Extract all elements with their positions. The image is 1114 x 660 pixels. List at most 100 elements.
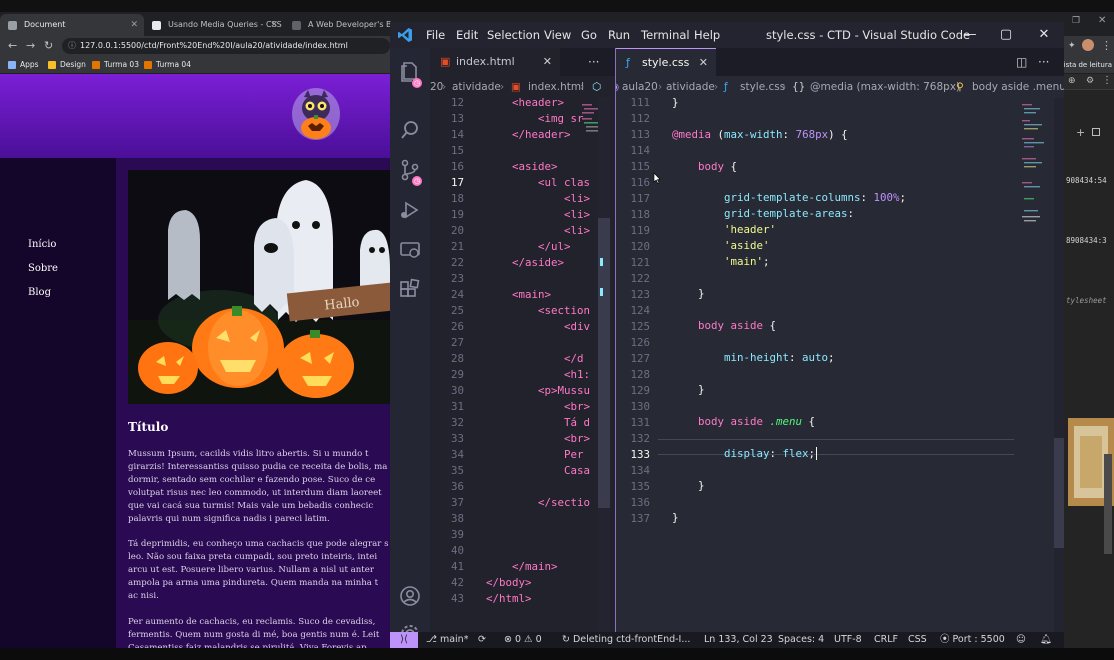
code-line[interactable]: } — [698, 383, 705, 396]
code-line[interactable]: </main> — [486, 560, 558, 573]
indentation[interactable]: Spaces: 4 — [778, 632, 824, 648]
live-server-port[interactable]: ⦿ Port : 5500 — [940, 632, 1005, 648]
minimize-icon[interactable]: — — [950, 24, 990, 46]
code-line[interactable]: <div — [486, 320, 590, 333]
extensions-icon[interactable] — [398, 278, 422, 302]
nav-link-sobre[interactable]: Sobre — [28, 263, 58, 274]
close-icon[interactable]: ✕ — [1098, 15, 1106, 26]
code-line[interactable]: <br> — [486, 432, 590, 445]
code-line[interactable]: display: flex; — [724, 447, 818, 460]
more-icon[interactable]: ⋮ — [1101, 38, 1112, 54]
code-line[interactable]: <aside> — [486, 160, 558, 173]
code-line[interactable]: </header> — [486, 128, 571, 141]
code-line[interactable]: Tá d — [486, 416, 590, 429]
code-line[interactable]: } — [698, 287, 705, 300]
code-line[interactable]: <li> — [486, 208, 590, 221]
cursor-position[interactable]: Ln 133, Col 23 — [704, 632, 773, 648]
extensions-icon[interactable]: ✦ — [1068, 38, 1076, 54]
toggle-icon[interactable] — [1092, 128, 1100, 136]
source-link[interactable]: 908434:54 — [1066, 176, 1107, 185]
code-line[interactable]: <li> — [486, 224, 590, 237]
breadcrumb-item[interactable]: index.html — [528, 76, 584, 98]
split-editor-icon[interactable]: ◫ — [1016, 48, 1027, 76]
browser-tab-mdn[interactable]: Usando Media Queries - CSS | M ✕ — [144, 14, 284, 36]
scroll-thumb[interactable] — [1054, 438, 1064, 548]
code-line[interactable]: } — [672, 511, 679, 524]
code-line[interactable]: <header> — [486, 96, 564, 109]
task-status[interactable]: ↻ Deleting ctd-frontEnd-I... — [562, 632, 690, 648]
close-icon[interactable]: ✕ — [130, 14, 138, 36]
reading-list[interactable]: Lista de leitura — [1060, 58, 1112, 72]
language-mode[interactable]: CSS — [908, 632, 927, 648]
code-line[interactable]: grid-template-columns: 100%; — [724, 191, 906, 204]
more-actions-icon[interactable]: ··· — [1038, 48, 1049, 76]
forward-icon[interactable]: → — [26, 38, 35, 54]
problems-indicator[interactable]: ⊗ 0 ⚠ 0 — [504, 632, 542, 648]
feedback-icon[interactable]: ☺ — [1016, 632, 1026, 648]
menu-file[interactable]: File — [426, 28, 445, 42]
editor-right[interactable]: 111 112 113 114 115 116 117 118 119 120 121 122 123 1… — [616, 96, 1064, 632]
more-actions-icon[interactable]: ··· — [588, 48, 599, 76]
breadcrumb-item[interactable]: @media (max-width: 768px) — [810, 76, 960, 98]
menu-help[interactable]: Help — [694, 28, 720, 42]
code-line[interactable]: body aside { — [698, 319, 776, 332]
menu-go[interactable]: Go — [581, 28, 597, 42]
code-line[interactable]: <main> — [486, 288, 551, 301]
close-icon[interactable]: ✕ — [543, 48, 552, 76]
code-line[interactable]: <p>Mussu — [486, 384, 590, 397]
code-line[interactable]: 'aside' — [724, 239, 770, 252]
code-line[interactable]: </d — [486, 352, 584, 365]
code-line[interactable]: body { — [698, 160, 737, 173]
breadcrumb-item[interactable]: aula20 — [622, 76, 658, 98]
avatar[interactable] — [1082, 39, 1094, 51]
browser-tab-devbrowser[interactable]: A Web Developer's Browser — [284, 14, 394, 36]
code-line[interactable]: <li> — [486, 192, 590, 205]
scrollbar-right[interactable] — [1054, 98, 1064, 632]
menu-terminal[interactable]: Terminal — [641, 28, 690, 42]
menu-run[interactable]: Run — [608, 28, 630, 42]
code-line[interactable]: </body> — [486, 576, 532, 589]
devtools-scrollbar[interactable] — [1104, 454, 1112, 554]
more-icon[interactable]: ⋮ — [1102, 75, 1112, 86]
code-line[interactable]: Casa — [486, 464, 590, 477]
code-line[interactable]: <ul clas — [486, 176, 590, 189]
code-line[interactable]: <section — [486, 304, 590, 317]
minimap-right[interactable] — [1020, 98, 1054, 258]
code-line[interactable]: Per — [486, 448, 584, 461]
bookmark-turma04[interactable]: Turma 04 — [144, 58, 191, 72]
account-icon[interactable] — [398, 584, 422, 608]
menu-edit[interactable]: Edit — [456, 28, 478, 42]
code-line[interactable]: <img sr — [486, 112, 584, 125]
code-line[interactable]: 'header' — [724, 223, 776, 236]
code-line[interactable]: grid-template-areas: — [724, 207, 854, 220]
maximize-icon[interactable]: ▢ — [986, 24, 1026, 46]
code-line[interactable]: <h1: — [486, 368, 590, 381]
code-line[interactable]: min-height: auto; — [724, 351, 835, 364]
notifications-icon[interactable]: 🔔︎ — [1040, 632, 1052, 648]
code-line[interactable]: body aside .menu { — [698, 415, 815, 428]
add-rule-icon[interactable]: + — [1076, 126, 1085, 139]
search-icon[interactable] — [398, 118, 422, 142]
code-line[interactable]: </sectio — [486, 496, 590, 509]
run-debug-icon[interactable] — [398, 198, 422, 222]
close-icon[interactable]: ✕ — [699, 49, 708, 77]
code-line[interactable]: </ul> — [486, 240, 571, 253]
remote-explorer-icon[interactable] — [398, 238, 422, 262]
breadcrumb-item[interactable]: style.css — [740, 76, 785, 98]
source-link[interactable]: 8908434:3 — [1066, 236, 1107, 245]
menu-view[interactable]: View — [544, 28, 571, 42]
code-line[interactable]: @media (max-width: 768px) { — [672, 128, 848, 141]
browser-tab-document[interactable]: Document ✕ — [0, 14, 144, 36]
tab-index-html[interactable]: ▣ index.html ✕ — [430, 48, 560, 76]
breadcrumb-item[interactable]: atividade — [452, 76, 501, 98]
branch-indicator[interactable]: ⎇ main* — [426, 632, 468, 648]
menu-selection[interactable]: Selection — [487, 28, 540, 42]
inspect-icon[interactable]: ⊕ — [1068, 76, 1076, 86]
code-line[interactable]: </aside> — [486, 256, 564, 269]
address-bar[interactable]: ⓘ 127.0.0.1:5500/ctd/Front%20End%20I/aul… — [62, 38, 390, 54]
breadcrumb-item[interactable]: atividade — [666, 76, 715, 98]
bookmark-design[interactable]: Design — [48, 58, 86, 72]
remote-indicator-icon[interactable]: ⟩⟨ — [390, 632, 418, 648]
encoding[interactable]: UTF-8 — [834, 632, 862, 648]
scrollbar-left[interactable] — [598, 98, 610, 632]
